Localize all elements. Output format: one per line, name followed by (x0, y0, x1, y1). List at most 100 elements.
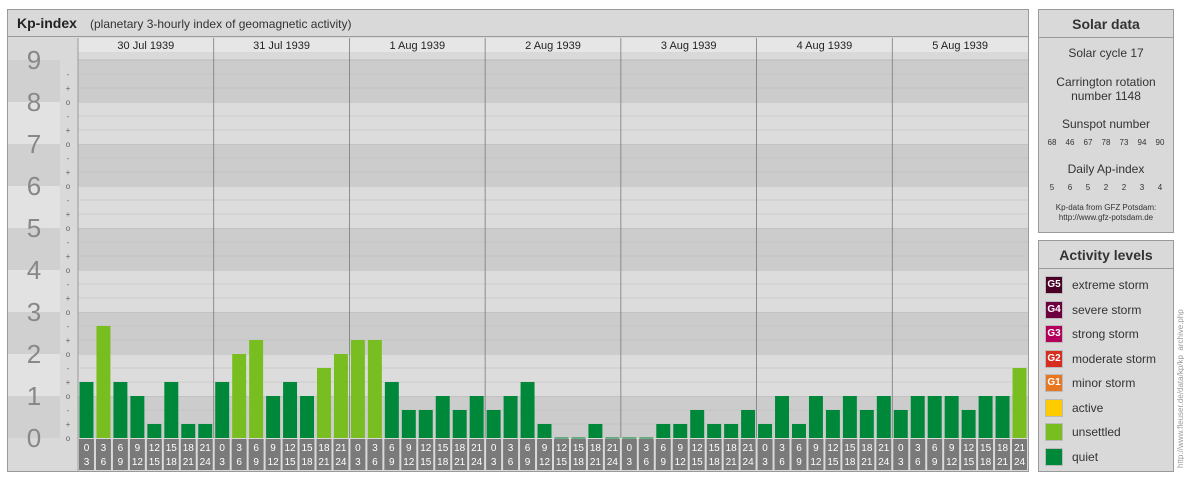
sunspot-number-label: Sunspot number (1061, 117, 1151, 131)
interval-start-label: 3 (644, 443, 650, 454)
data-source-link[interactable]: http://www.gfz-potsdam.de (1039, 213, 1173, 223)
interval-start-label: 12 (963, 443, 975, 454)
y-minor-tick: - (67, 364, 70, 373)
y-minor-tick: o (66, 434, 71, 443)
interval-start-label: 18 (726, 443, 738, 454)
y-tick-label: 7 (27, 129, 41, 159)
kp-bar (520, 382, 535, 438)
activity-level-strong-storm: G3 strong storm (1045, 324, 1139, 344)
kp-bar (181, 424, 196, 438)
interval-start-label: 6 (660, 443, 666, 454)
ap-value: 4 (1157, 183, 1163, 192)
solar-panel-title: Solar data (1039, 10, 1173, 38)
kp-bar (401, 409, 416, 438)
interval-end-label: 12 (403, 457, 415, 468)
interval-end-label: 15 (149, 457, 161, 468)
plot-band (78, 102, 1028, 144)
day-label: 4 Aug 1939 (797, 40, 853, 52)
activity-level-swatch: G1 (1045, 374, 1063, 392)
kp-bar (300, 396, 314, 438)
carrington-rotation-number: number 1148 (1071, 89, 1141, 103)
interval-start-label: 6 (118, 443, 124, 454)
interval-start-label: 3 (372, 443, 378, 454)
activity-level-extreme-storm: G5 extreme storm (1045, 275, 1149, 295)
interval-start-label: 12 (149, 443, 161, 454)
interval-start-label: 18 (590, 443, 602, 454)
interval-end-label: 15 (692, 457, 704, 468)
interval-end-label: 9 (796, 457, 802, 468)
interval-start-label: 6 (389, 443, 395, 454)
interval-start-label: 3 (915, 443, 921, 454)
interval-end-label: 3 (355, 457, 361, 468)
kp-bar (367, 340, 382, 438)
kp-bar (350, 340, 365, 438)
interval-start-label: 0 (355, 443, 361, 454)
interval-end-label: 21 (183, 457, 195, 468)
y-minor-tick: o (66, 182, 71, 191)
interval-end-label: 12 (268, 457, 280, 468)
interval-start-label: 9 (813, 443, 819, 454)
interval-start-label: 9 (406, 443, 412, 454)
interval-start-label: 21 (743, 443, 755, 454)
kp-bar (537, 424, 552, 438)
kp-bar (588, 424, 603, 438)
interval-end-label: 6 (508, 457, 514, 468)
interval-end-label: 15 (420, 457, 432, 468)
interval-end-label: 3 (219, 457, 225, 468)
interval-end-label: 18 (844, 457, 856, 468)
y-minor-tick: + (66, 210, 71, 219)
activity-level-swatch: G2 (1045, 349, 1063, 368)
interval-start-label: 6 (253, 443, 259, 454)
kp-bar (418, 409, 433, 438)
kp-bar (927, 396, 942, 438)
kp-bar (842, 396, 857, 438)
interval-end-label: 24 (743, 457, 755, 468)
kp-bar (622, 437, 637, 439)
interval-start-label: 3 (508, 443, 514, 454)
interval-end-label: 12 (675, 457, 687, 468)
interval-start-label: 21 (607, 443, 619, 454)
interval-start-label: 21 (200, 443, 212, 454)
y-minor-tick: - (67, 70, 70, 79)
kp-bar (469, 396, 484, 438)
activity-level-label: unsettled (1072, 425, 1121, 439)
kp-bar (910, 396, 925, 438)
sunspot-value: 78 (1101, 138, 1111, 147)
interval-end-label: 24 (471, 457, 483, 468)
interval-start-label: 6 (796, 443, 802, 454)
activity-level-swatch: G4 (1045, 300, 1063, 319)
kp-bar (198, 424, 213, 438)
interval-end-label: 21 (590, 457, 602, 468)
interval-start-label: 12 (692, 443, 704, 454)
kp-bar (554, 437, 569, 439)
activity-panel-title: Activity levels (1039, 241, 1173, 269)
interval-start-label: 15 (437, 443, 449, 454)
kp-bar (571, 437, 586, 439)
kp-bar (893, 409, 908, 438)
interval-end-label: 21 (997, 457, 1009, 468)
interval-start-label: 6 (525, 443, 531, 454)
activity-level-unsettled: unsettled (1045, 422, 1121, 442)
interval-end-label: 15 (556, 457, 568, 468)
y-tick-label: 1 (27, 381, 41, 411)
interval-end-label: 18 (301, 457, 313, 468)
interval-start-label: 0 (627, 443, 633, 454)
kp-bar (1012, 367, 1027, 438)
y-tick-label: 0 (27, 423, 41, 453)
interval-start-label: 3 (236, 443, 242, 454)
kp-bar (825, 409, 840, 438)
kp-bar (978, 396, 993, 438)
ap-value: 6 (1067, 183, 1073, 192)
y-minor-tick: o (66, 98, 71, 107)
kp-bar (266, 396, 281, 438)
source-watermark: http://www.fleuser.de/data/kp/kp_archive… (1176, 309, 1184, 468)
kp-bar (859, 409, 874, 438)
y-minor-tick: - (67, 322, 70, 331)
kp-bar (792, 424, 806, 438)
activity-level-label: severe storm (1072, 302, 1142, 317)
kp-bar (690, 409, 705, 438)
activity-level-label: extreme storm (1072, 278, 1149, 292)
interval-end-label: 24 (1014, 457, 1026, 468)
kp-bar (215, 382, 230, 438)
y-minor-tick: o (66, 350, 71, 359)
